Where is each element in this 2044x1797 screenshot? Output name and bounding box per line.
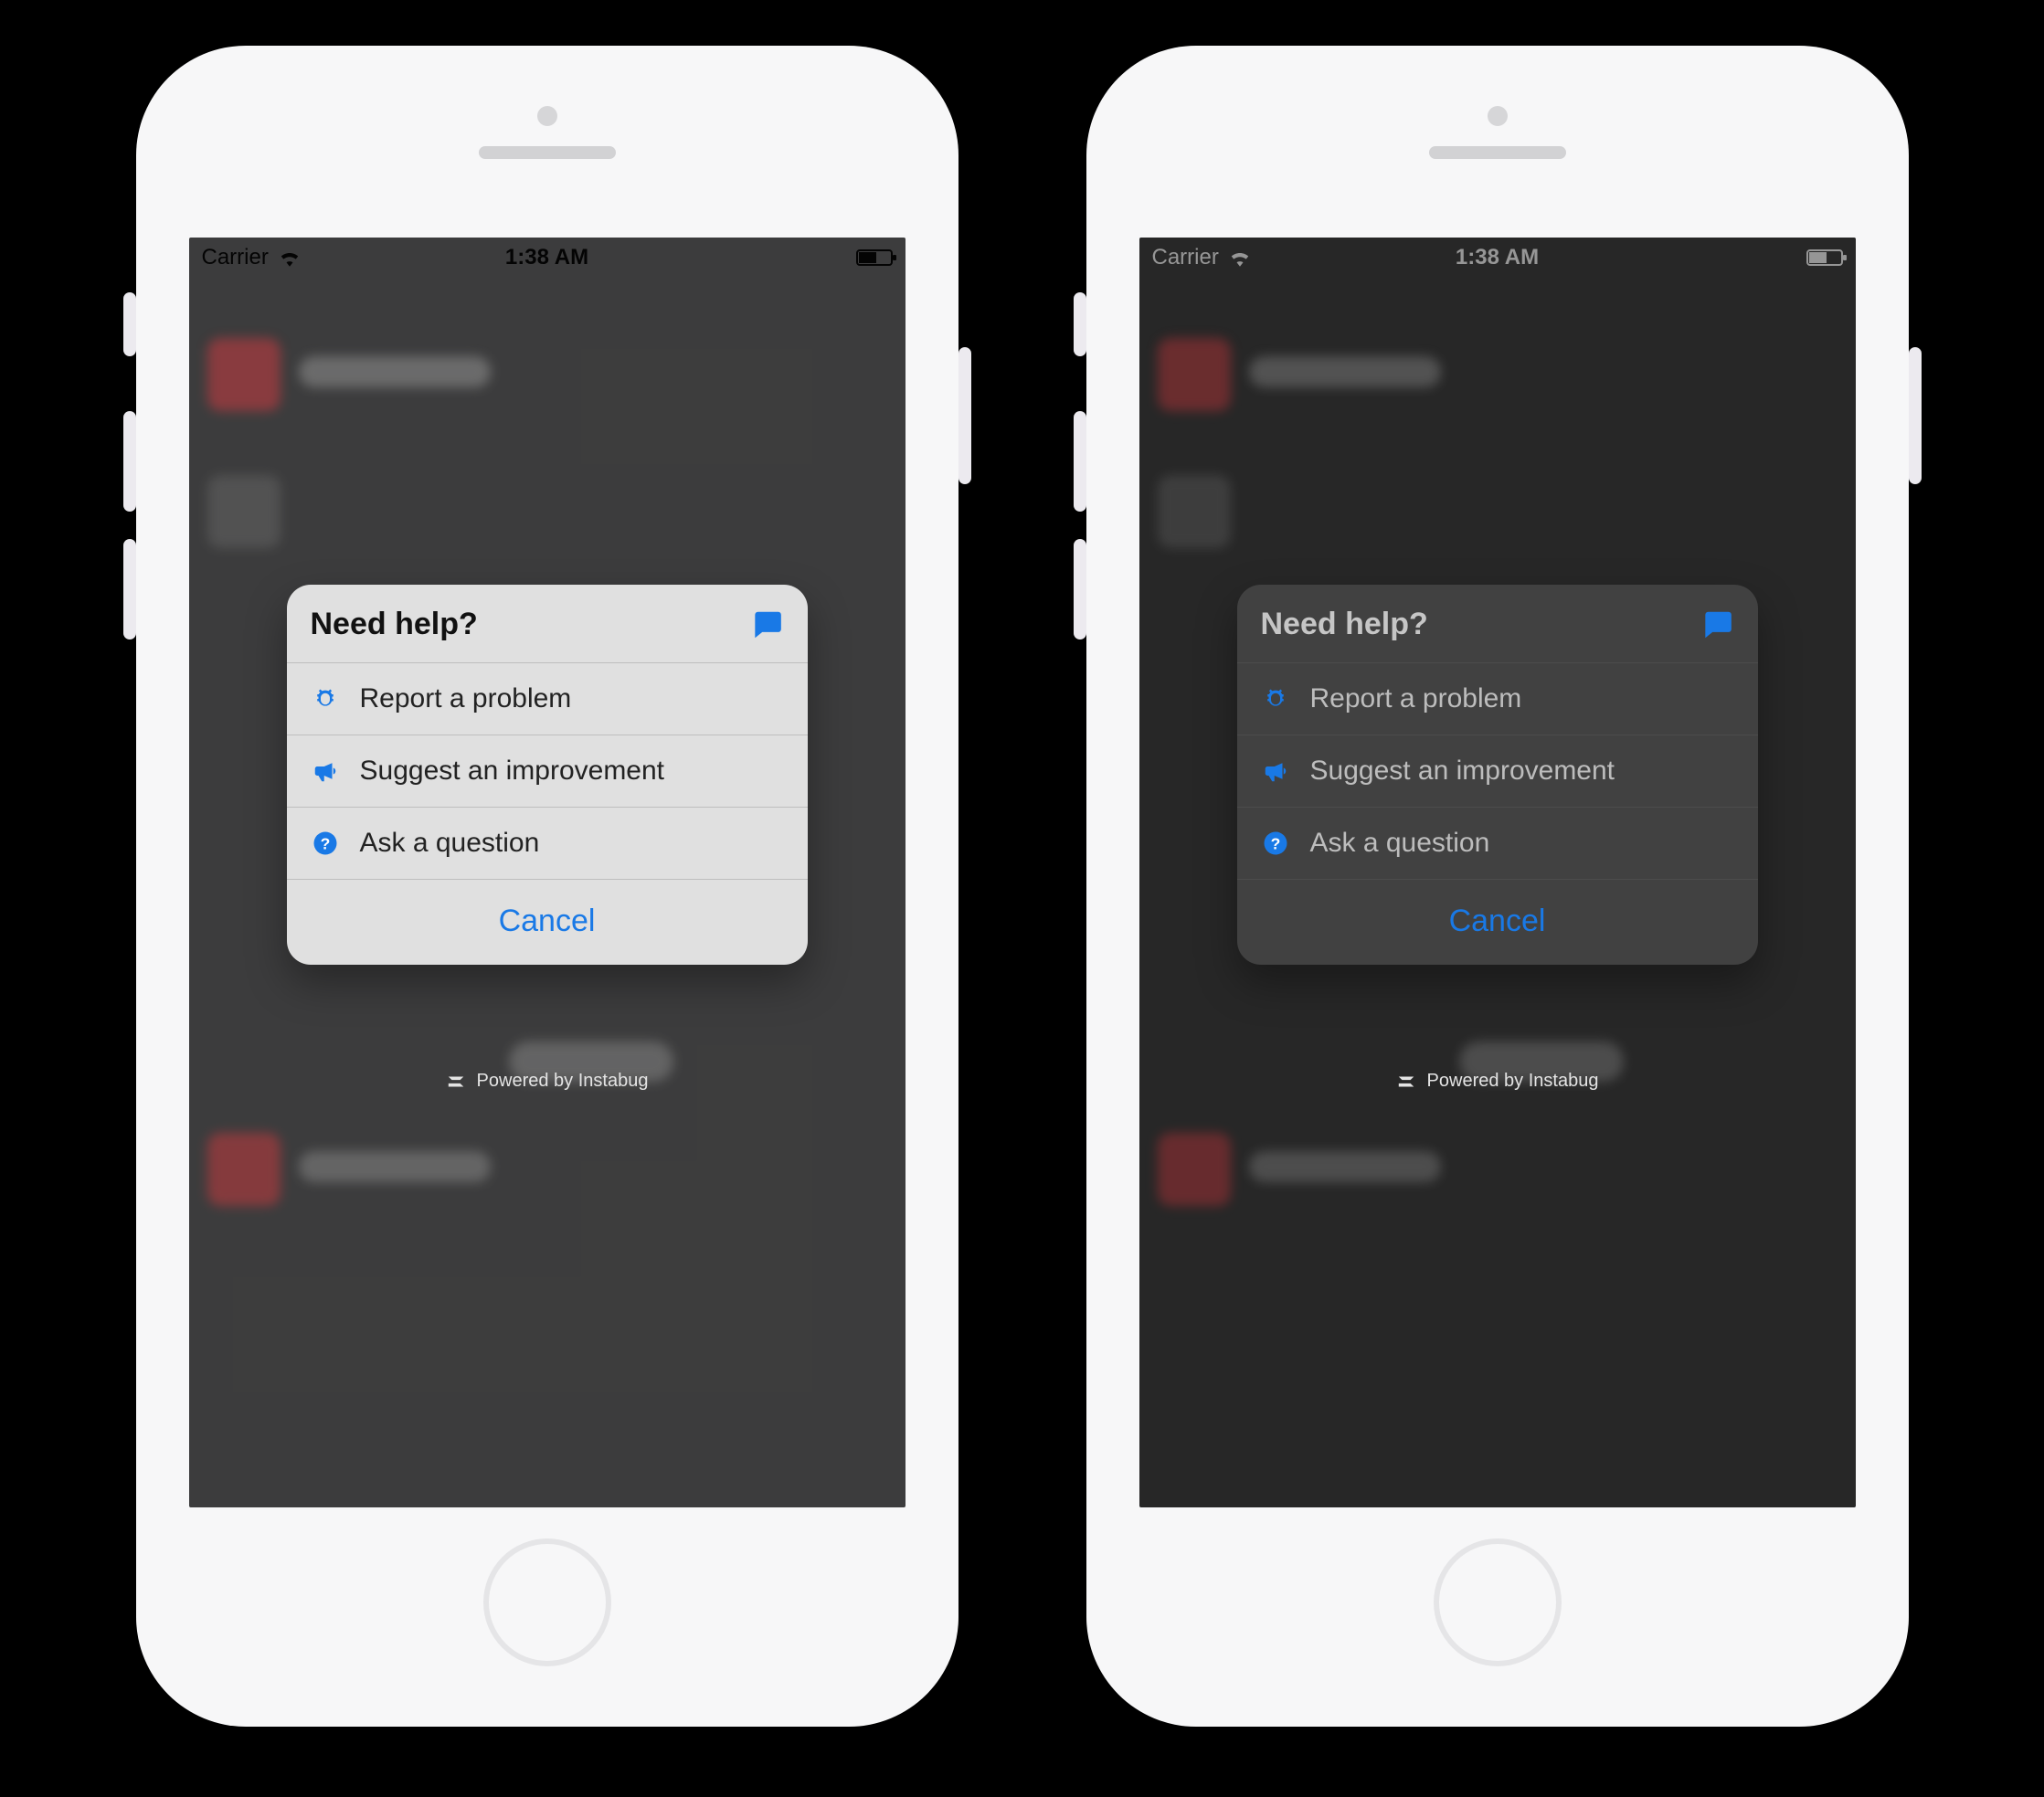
device-screen: Carrier 1:38 AM Need help? xyxy=(189,238,906,1507)
option-report-problem[interactable]: Report a problem xyxy=(287,662,808,735)
cancel-label: Cancel xyxy=(499,904,596,938)
help-action-sheet: Need help? Report a problem Suggest a xyxy=(287,585,808,965)
instabug-logo-icon xyxy=(1396,1072,1416,1092)
powered-by-label: Powered by Instabug xyxy=(1427,1071,1599,1092)
power-button xyxy=(958,347,971,484)
earpiece-speaker xyxy=(1429,146,1566,159)
option-label: Suggest an improvement xyxy=(360,756,665,787)
option-suggest-improvement[interactable]: Suggest an improvement xyxy=(1237,735,1758,807)
bug-icon xyxy=(311,684,340,714)
cancel-label: Cancel xyxy=(1449,904,1546,938)
megaphone-icon xyxy=(311,756,340,786)
volume-down-button xyxy=(123,539,136,640)
option-ask-question[interactable]: ? Ask a question xyxy=(1237,807,1758,879)
volume-down-button xyxy=(1074,539,1086,640)
home-button xyxy=(483,1538,611,1666)
megaphone-icon xyxy=(1261,756,1290,786)
option-report-problem[interactable]: Report a problem xyxy=(1237,662,1758,735)
option-label: Suggest an improvement xyxy=(1310,756,1615,787)
sheet-title: Need help? xyxy=(1261,607,1428,642)
volume-up-button xyxy=(123,411,136,512)
phone-mock-dark: Carrier 1:38 AM Need help? xyxy=(1086,46,1909,1727)
powered-by-footer: Powered by Instabug xyxy=(446,1071,649,1092)
option-label: Report a problem xyxy=(360,683,572,714)
chat-icon[interactable] xyxy=(749,608,784,642)
power-button xyxy=(1909,347,1922,484)
home-button xyxy=(1434,1538,1562,1666)
option-suggest-improvement[interactable]: Suggest an improvement xyxy=(287,735,808,807)
svg-text:?: ? xyxy=(320,834,330,852)
question-icon: ? xyxy=(1261,829,1290,858)
cancel-button[interactable]: Cancel xyxy=(1237,879,1758,965)
question-icon: ? xyxy=(311,829,340,858)
option-label: Report a problem xyxy=(1310,683,1522,714)
volume-up-button xyxy=(1074,411,1086,512)
bug-icon xyxy=(1261,684,1290,714)
help-action-sheet: Need help? Report a problem Suggest a xyxy=(1237,585,1758,965)
front-sensor xyxy=(1488,106,1508,126)
chat-icon[interactable] xyxy=(1700,608,1734,642)
powered-by-label: Powered by Instabug xyxy=(477,1071,649,1092)
phone-mock-light: Carrier 1:38 AM Need help? xyxy=(136,46,958,1727)
svg-text:?: ? xyxy=(1270,834,1280,852)
powered-by-footer: Powered by Instabug xyxy=(1396,1071,1599,1092)
option-label: Ask a question xyxy=(360,828,540,859)
earpiece-speaker xyxy=(479,146,616,159)
mute-switch xyxy=(1074,292,1086,356)
instabug-logo-icon xyxy=(446,1072,466,1092)
sheet-title: Need help? xyxy=(311,607,478,642)
option-label: Ask a question xyxy=(1310,828,1490,859)
cancel-button[interactable]: Cancel xyxy=(287,879,808,965)
mute-switch xyxy=(123,292,136,356)
device-screen: Carrier 1:38 AM Need help? xyxy=(1139,238,1856,1507)
option-ask-question[interactable]: ? Ask a question xyxy=(287,807,808,879)
front-sensor xyxy=(537,106,557,126)
